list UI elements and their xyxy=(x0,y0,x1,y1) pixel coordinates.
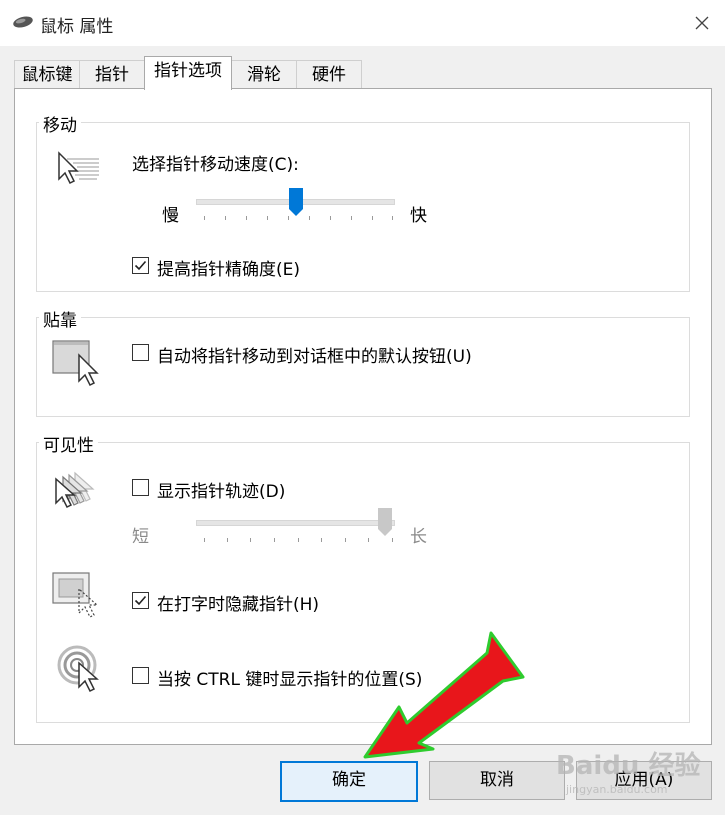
checkmark-icon xyxy=(134,260,147,271)
trail-tick xyxy=(274,538,275,542)
trails-label[interactable]: 显示指针轨迹(D) xyxy=(157,477,285,502)
speed-tick xyxy=(351,216,352,220)
speed-tick xyxy=(267,216,268,220)
pointer-speed-icon xyxy=(53,149,103,193)
snap-checkbox[interactable] xyxy=(132,344,149,361)
long-label: 长 xyxy=(410,527,427,547)
trail-tick xyxy=(298,538,299,542)
trail-tick xyxy=(250,538,251,542)
title-bar: 鼠标 属性 xyxy=(0,0,725,46)
hide-checkbox[interactable] xyxy=(132,592,149,609)
motion-group-title: 移动 xyxy=(39,111,81,136)
watermark-logo: Baidu 经验 xyxy=(556,751,701,781)
precision-checkbox[interactable] xyxy=(132,257,149,274)
speed-tick xyxy=(225,216,226,220)
speed-tick xyxy=(330,216,331,220)
trail-tick xyxy=(321,538,322,542)
watermark-url: jingyan.baidu.com xyxy=(566,783,668,796)
trail-tick xyxy=(345,538,346,542)
show-location-icon xyxy=(55,643,105,697)
tab-buttons[interactable]: 鼠标键 xyxy=(14,60,80,89)
trail-tick xyxy=(204,538,205,542)
speed-tick xyxy=(392,216,393,220)
short-label: 短 xyxy=(132,527,149,547)
window-title: 鼠标 属性 xyxy=(40,17,114,37)
speed-tick xyxy=(246,216,247,220)
hide-while-typing-icon xyxy=(51,569,103,623)
tab-pointer-options[interactable]: 指针选项 xyxy=(144,56,232,90)
speed-tick xyxy=(372,216,373,220)
trail-tick xyxy=(368,538,369,542)
trail-length-slider-track[interactable] xyxy=(196,520,395,526)
mouse-properties-window: 鼠标 属性 鼠标键 指针 指针选项 滑轮 硬件 移动 选择指针移动速度(C): … xyxy=(0,0,725,815)
trail-length-slider-thumb[interactable] xyxy=(377,507,393,541)
trails-checkbox[interactable] xyxy=(132,479,149,496)
cancel-button[interactable]: 取消 xyxy=(429,761,565,800)
speed-tick xyxy=(309,216,310,220)
snap-to-icon xyxy=(51,339,103,391)
annotation-arrow-icon xyxy=(363,631,525,759)
tab-wheel[interactable]: 滑轮 xyxy=(231,60,297,89)
close-icon xyxy=(695,16,709,30)
tab-pointers[interactable]: 指针 xyxy=(79,60,145,89)
tab-hardware[interactable]: 硬件 xyxy=(296,60,362,89)
slow-label: 慢 xyxy=(162,206,179,226)
snap-group xyxy=(36,317,690,417)
close-button[interactable] xyxy=(679,0,725,46)
ok-button[interactable]: 确定 xyxy=(280,761,418,802)
hide-label[interactable]: 在打字时隐藏指针(H) xyxy=(157,590,319,615)
snap-label[interactable]: 自动将指针移动到对话框中的默认按钮(U) xyxy=(157,342,472,367)
speed-tick xyxy=(204,216,205,220)
precision-label[interactable]: 提高指针精确度(E) xyxy=(157,255,300,280)
trail-tick xyxy=(227,538,228,542)
fast-label: 快 xyxy=(410,206,427,226)
speed-slider-thumb[interactable] xyxy=(288,187,304,221)
mouse-icon xyxy=(12,14,34,34)
ctrl-checkbox[interactable] xyxy=(132,667,149,684)
checkmark-icon xyxy=(134,595,147,606)
snap-group-title: 贴靠 xyxy=(39,306,81,331)
speed-label: 选择指针移动速度(C): xyxy=(132,155,299,175)
pointer-trails-icon xyxy=(51,469,103,517)
visibility-group-title: 可见性 xyxy=(39,431,98,456)
